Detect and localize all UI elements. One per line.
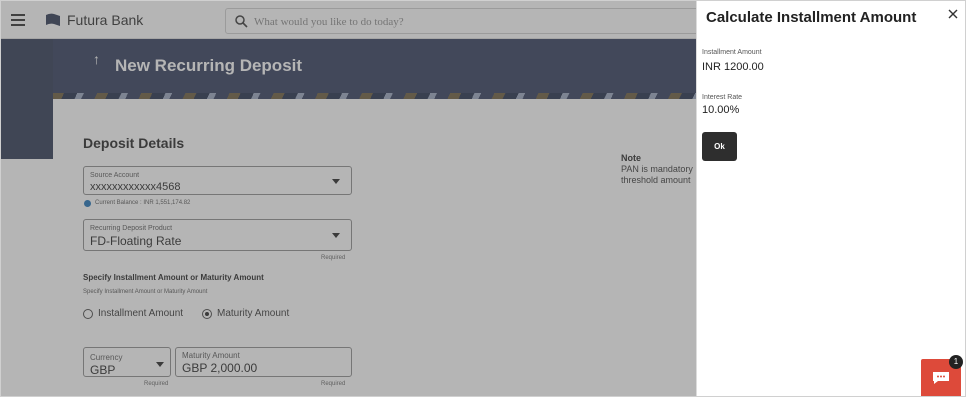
currency-dropdown[interactable]: Currency GBP <box>83 347 171 377</box>
maturity-amount-input[interactable]: Maturity Amount GBP 2,000.00 <box>175 347 352 377</box>
specify-subtext: Specify Installment Amount or Maturity A… <box>83 289 208 295</box>
bank-logo-icon <box>46 13 60 26</box>
installment-amount-value: INR 1200.00 <box>702 61 764 73</box>
search-bar[interactable] <box>225 8 705 34</box>
currency-value: GBP <box>90 363 116 377</box>
note-line-1: PAN is mandatory <box>621 164 693 174</box>
note-line-2: threshold amount <box>621 175 691 185</box>
product-label: Recurring Deposit Product <box>90 225 173 232</box>
maturity-amount-radio[interactable] <box>202 309 212 319</box>
source-account-value: xxxxxxxxxxxx4568 <box>90 181 181 193</box>
info-icon <box>84 200 91 207</box>
current-balance-text: Current Balance : INR 1,551,174.82 <box>95 200 191 206</box>
chevron-down-icon <box>156 362 164 367</box>
required-hint: Required <box>321 255 346 261</box>
interest-rate-value: 10.00% <box>702 104 740 116</box>
bank-name: Futura Bank <box>67 12 144 28</box>
installment-amount-label[interactable]: Installment Amount <box>98 308 183 319</box>
recurring-deposit-product-dropdown[interactable]: Recurring Deposit Product FD-Floating Ra… <box>83 219 352 251</box>
section-title: Deposit Details <box>83 135 185 151</box>
specify-heading: Specify Installment Amount or Maturity A… <box>83 273 264 282</box>
left-rail-lower <box>1 159 53 396</box>
chat-notification-badge: 1 <box>949 355 963 369</box>
ok-button[interactable]: Ok <box>702 132 737 161</box>
search-input[interactable] <box>254 12 684 31</box>
installment-amount-radio[interactable] <box>83 309 93 319</box>
left-rail <box>1 39 53 159</box>
required-hint: Required <box>321 381 346 387</box>
interest-rate-label: Interest Rate <box>702 94 743 101</box>
note-title: Note <box>621 153 641 163</box>
note-text: PAN is mandatory threshold amount <box>621 164 701 186</box>
chevron-down-icon <box>332 233 340 238</box>
maturity-amount-value: GBP 2,000.00 <box>182 361 258 375</box>
source-account-label: Source Account <box>90 172 140 179</box>
source-account-dropdown[interactable]: Source Account xxxxxxxxxxxx4568 <box>83 166 352 195</box>
back-arrow-icon[interactable]: ↑ <box>93 51 100 67</box>
calculate-installment-panel: Calculate Installment Amount Installment… <box>696 1 965 396</box>
maturity-amount-label[interactable]: Maturity Amount <box>217 308 289 319</box>
panel-title: Calculate Installment Amount <box>706 9 917 26</box>
currency-label: Currency <box>90 353 123 362</box>
product-value: FD-Floating Rate <box>90 234 182 248</box>
screen: Futura Bank ↑ New Recurring Deposit Depo… <box>0 0 966 397</box>
close-icon[interactable] <box>946 7 960 21</box>
hamburger-menu-icon[interactable] <box>11 14 25 26</box>
chat-icon <box>933 372 949 384</box>
required-hint: Required <box>144 381 169 387</box>
maturity-amount-field-label: Maturity Amount <box>182 351 240 360</box>
search-icon <box>235 15 248 28</box>
page-title: New Recurring Deposit <box>115 56 303 75</box>
chevron-down-icon <box>332 179 340 184</box>
installment-amount-label: Installment Amount <box>702 49 762 56</box>
